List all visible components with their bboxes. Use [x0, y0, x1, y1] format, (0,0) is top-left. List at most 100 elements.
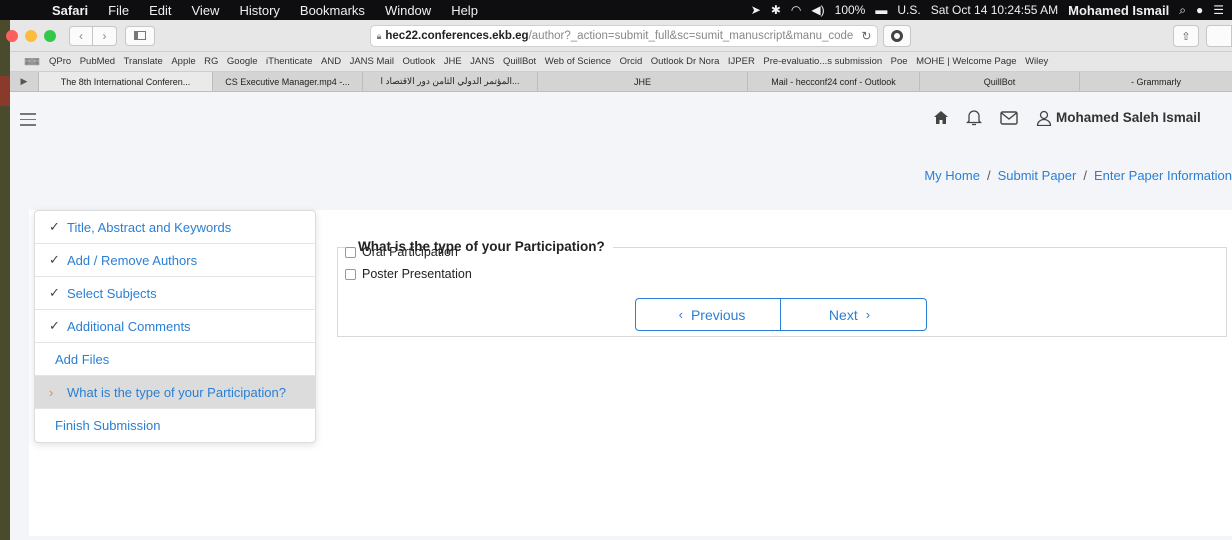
back-button[interactable]: ‹: [69, 25, 93, 46]
show-tabs-button[interactable]: [1206, 25, 1232, 47]
tab-arabic-conference[interactable]: المؤتمر الدولي الثامن دور الاقتصاد ا...: [362, 72, 537, 91]
nav-buttons: ‹ ›: [69, 25, 117, 46]
bluetooth-icon[interactable]: ✱: [771, 3, 781, 17]
tab-grammarly[interactable]: - Grammarly: [1079, 72, 1232, 91]
poster-presentation-checkbox[interactable]: [345, 268, 356, 280]
bell-icon[interactable]: [966, 109, 982, 126]
step-title-abstract[interactable]: ✓ Title, Abstract and Keywords: [35, 211, 315, 244]
menu-view[interactable]: View: [192, 3, 220, 18]
locale-label[interactable]: U.S.: [897, 3, 920, 17]
sidebar-toggle-button[interactable]: [125, 25, 155, 46]
menu-icon[interactable]: [20, 113, 36, 130]
user-icon[interactable]: [1036, 110, 1052, 126]
check-icon: ✓: [49, 285, 60, 300]
bookmark[interactable]: Apple: [171, 56, 195, 67]
bookmark[interactable]: PubMed: [80, 56, 115, 67]
address-bar[interactable]: 🔒︎ hec22.conferences.ekb.eg/author?_acti…: [370, 25, 878, 47]
oral-participation-label: Oral Participation: [362, 245, 458, 259]
bookmark[interactable]: RG: [204, 56, 218, 67]
menu-file[interactable]: File: [108, 3, 129, 18]
submission-steps: ✓ Title, Abstract and Keywords ✓ Add / Rem…: [34, 210, 316, 443]
volume-icon[interactable]: ◀): [811, 3, 824, 17]
desktop-accent: [0, 76, 10, 106]
step-comments[interactable]: ✓ Additional Comments: [35, 310, 315, 343]
step-participation-type[interactable]: › What is the type of your Participation?: [35, 376, 315, 409]
menu-help[interactable]: Help: [451, 3, 478, 18]
datetime-label[interactable]: Sat Oct 14 10:24:55 AM: [931, 3, 1058, 17]
menu-edit[interactable]: Edit: [149, 3, 171, 18]
siri-icon[interactable]: ●: [1196, 3, 1203, 17]
wifi-icon[interactable]: ◠: [791, 3, 801, 17]
bookmark[interactable]: Orcid: [620, 56, 643, 67]
chevron-right-icon: ›: [49, 384, 54, 400]
browser-window: Safari File Edit View History Bookmarks …: [0, 0, 1232, 540]
url-path: /author?_action=submit_full&sc=sumit_man…: [528, 30, 854, 42]
bookmark[interactable]: Google: [227, 56, 258, 67]
step-subjects[interactable]: ✓ Select Subjects: [35, 277, 315, 310]
menu-user-name[interactable]: Mohamed Ismail: [1068, 3, 1169, 18]
next-button[interactable]: Next ›: [781, 298, 927, 331]
bookmark[interactable]: Translate: [124, 56, 163, 67]
breadcrumb-home[interactable]: My Home: [924, 168, 980, 183]
grid-icon[interactable]: ▦▦: [24, 56, 40, 67]
bookmark[interactable]: Web of Science: [545, 56, 611, 67]
bookmark[interactable]: Wiley: [1025, 56, 1048, 67]
bookmark[interactable]: QPro: [49, 56, 71, 67]
notification-center-icon[interactable]: ☰: [1213, 3, 1224, 17]
bookmark[interactable]: Outlook: [402, 56, 435, 67]
header-actions: Mohamed Saleh Ismail: [934, 109, 1201, 126]
check-icon: ✓: [49, 318, 60, 333]
chevron-right-icon: ›: [865, 307, 871, 322]
share-button[interactable]: ⇧: [1173, 25, 1199, 47]
breadcrumb-submit-paper[interactable]: Submit Paper: [998, 168, 1077, 183]
reload-icon[interactable]: ↻: [861, 29, 871, 43]
tab-overview-icon[interactable]: ▶: [10, 72, 38, 91]
home-icon[interactable]: [934, 111, 948, 124]
flag-icon: ▬: [875, 3, 888, 17]
oral-participation-checkbox-row[interactable]: Oral Participation: [345, 245, 458, 259]
window-controls: [6, 29, 63, 42]
menu-app-name[interactable]: Safari: [52, 3, 88, 18]
bookmark[interactable]: Outlook Dr Nora: [651, 56, 720, 67]
minimize-window-button[interactable]: [25, 29, 37, 42]
check-icon: ✓: [49, 219, 60, 234]
user-name[interactable]: Mohamed Saleh Ismail: [1056, 110, 1201, 125]
menu-window[interactable]: Window: [385, 3, 431, 18]
tab-conference[interactable]: The 8th International Conferen...: [38, 72, 212, 91]
tab-jhe[interactable]: JHE: [537, 72, 747, 91]
close-window-button[interactable]: [6, 29, 18, 42]
step-authors[interactable]: ✓ Add / Remove Authors: [35, 244, 315, 277]
bookmark[interactable]: QuillBot: [503, 56, 536, 67]
bookmark[interactable]: JANS: [470, 56, 494, 67]
bookmark[interactable]: AND: [321, 56, 341, 67]
extension-button[interactable]: [883, 25, 911, 47]
zoom-window-button[interactable]: [44, 29, 56, 42]
breadcrumb-current: Enter Paper Information: [1093, 168, 1232, 183]
bookmark[interactable]: MOHE | Welcome Page: [916, 56, 1017, 67]
step-add-files[interactable]: Add Files: [35, 343, 315, 376]
oral-participation-checkbox[interactable]: [345, 246, 356, 258]
tab-quillbot[interactable]: QuillBot: [919, 72, 1079, 91]
lock-icon: 🔒︎: [376, 30, 382, 41]
bookmark[interactable]: JHE: [444, 56, 462, 67]
menu-history[interactable]: History: [239, 3, 279, 18]
tab-outlook-mail[interactable]: Mail - hecconf24 conf - Outlook: [747, 72, 919, 91]
mail-icon[interactable]: [1000, 110, 1018, 125]
bookmark[interactable]: Poe: [891, 56, 908, 67]
forward-button[interactable]: ›: [93, 25, 117, 46]
bookmark[interactable]: JANS Mail: [350, 56, 394, 67]
battery-level[interactable]: 100%: [835, 3, 866, 17]
poster-presentation-checkbox-row[interactable]: Poster Presentation: [345, 267, 472, 281]
tab-cs-executive[interactable]: CS Executive Manager.mp4 -...: [212, 72, 362, 91]
spotlight-search-icon[interactable]: ⌕: [1179, 3, 1186, 18]
location-icon[interactable]: ➤: [751, 3, 761, 17]
bookmark[interactable]: Pre-evaluatio...s submission: [763, 56, 882, 67]
page-content: Mohamed Saleh Ismail My Home / Submit Pape…: [10, 93, 1232, 540]
bookmark[interactable]: IJPER: [728, 56, 755, 67]
previous-button[interactable]: ‹ Previous: [635, 298, 781, 331]
desktop-edge: [0, 0, 10, 540]
step-finish-submission[interactable]: Finish Submission: [35, 409, 315, 442]
chevron-left-icon: ‹: [79, 28, 83, 43]
menu-bookmarks[interactable]: Bookmarks: [300, 3, 365, 18]
bookmark[interactable]: iThenticate: [266, 56, 312, 67]
